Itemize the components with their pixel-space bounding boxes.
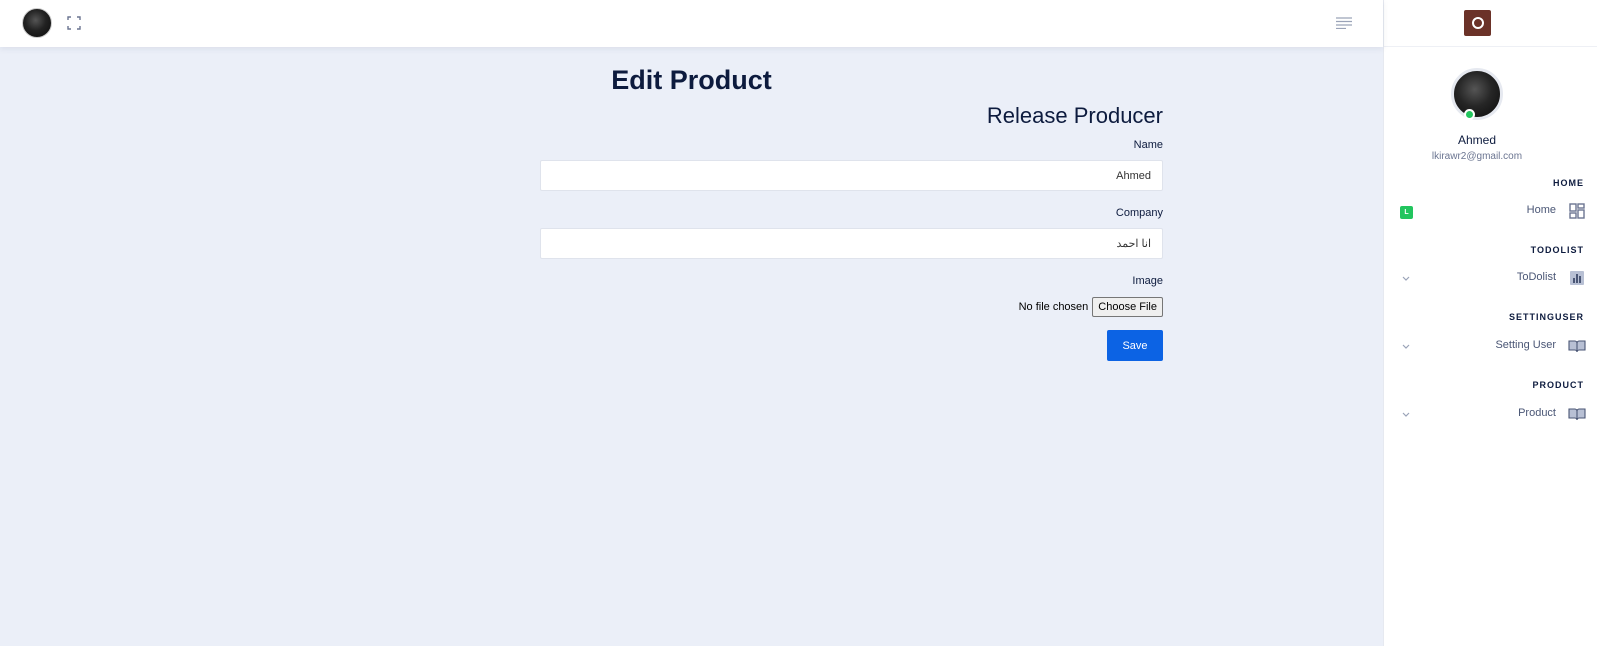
profile-avatar[interactable] bbox=[1451, 68, 1503, 120]
save-button[interactable]: Save bbox=[1107, 330, 1163, 361]
fullscreen-icon[interactable] bbox=[67, 16, 81, 30]
edit-product-form: Release Producer Name Company Image No f… bbox=[540, 101, 1163, 361]
image-label: Image bbox=[1132, 275, 1163, 287]
status-badge: L bbox=[1400, 206, 1413, 219]
app-logo[interactable] bbox=[1464, 10, 1491, 36]
name-label: Name bbox=[1133, 139, 1163, 151]
header-avatar[interactable] bbox=[22, 8, 52, 38]
section-heading-product: PRODUCT bbox=[1532, 380, 1584, 390]
top-header bbox=[0, 0, 1383, 47]
sidebar: Ahmed lkirawr2@gmail.com HOME L Home TOD… bbox=[1383, 0, 1597, 646]
main-content: Edit Product Release Producer Name Compa… bbox=[0, 47, 1383, 646]
sidebar-item-todolist[interactable]: ToDolist bbox=[1384, 267, 1597, 289]
company-input[interactable] bbox=[540, 228, 1163, 259]
sidebar-item-label: ToDolist bbox=[1516, 271, 1556, 283]
sidebar-item-setting-user[interactable]: Setting User bbox=[1384, 335, 1597, 357]
save-row: Save bbox=[540, 330, 1163, 361]
chevron-down-icon bbox=[1402, 412, 1410, 417]
dashboard-icon bbox=[1569, 203, 1585, 219]
chart-icon bbox=[1570, 271, 1584, 285]
sidebar-item-label: Product bbox=[1518, 407, 1556, 419]
chevron-down-icon bbox=[1402, 344, 1410, 349]
sidebar-item-label: Home bbox=[1526, 204, 1556, 216]
book-icon bbox=[1568, 340, 1586, 353]
book-icon bbox=[1568, 408, 1586, 421]
sidebar-item-home[interactable]: L Home bbox=[1384, 200, 1597, 222]
choose-file-button[interactable]: Choose File bbox=[1092, 297, 1163, 317]
form-title: Release Producer bbox=[986, 103, 1163, 128]
sidebar-item-product[interactable]: Product bbox=[1384, 403, 1597, 425]
image-file-picker: No file chosen Choose File bbox=[540, 296, 1163, 318]
logo-mark-icon bbox=[1471, 17, 1484, 29]
online-status-indicator bbox=[1464, 109, 1475, 120]
profile-email: lkirawr2@gmail.com bbox=[1431, 151, 1523, 162]
profile-name: Ahmed bbox=[1457, 133, 1497, 147]
section-heading-settinguser: SETTINGUSER bbox=[1508, 312, 1584, 322]
chevron-down-icon bbox=[1402, 276, 1410, 281]
sidebar-logo-bar bbox=[1384, 0, 1597, 47]
page-title: Edit Product bbox=[611, 65, 772, 95]
section-heading-home: HOME bbox=[1553, 178, 1584, 188]
menu-lines-icon[interactable] bbox=[1336, 17, 1352, 29]
name-input[interactable] bbox=[540, 160, 1163, 191]
section-heading-todolist: TODOLIST bbox=[1530, 245, 1584, 255]
file-status: No file chosen bbox=[1018, 301, 1089, 313]
sidebar-item-label: Setting User bbox=[1495, 339, 1556, 351]
company-label: Company bbox=[1115, 207, 1163, 219]
